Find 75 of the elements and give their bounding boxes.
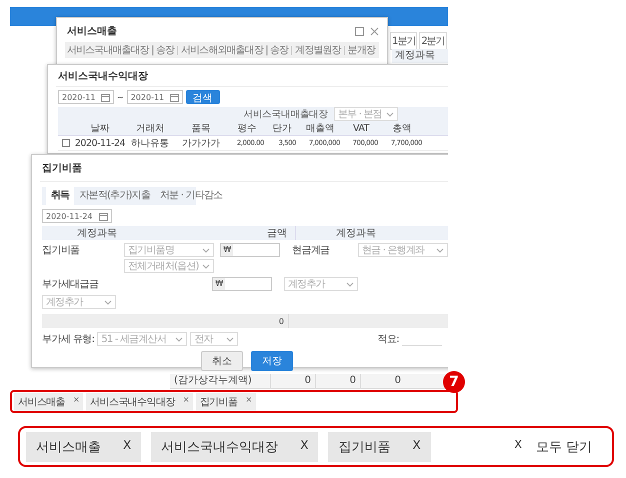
account-label: 집기비품: [42, 244, 81, 257]
tab[interactable]: 서비스해외매출대장 | 송장: [181, 43, 288, 57]
caret-icon: [226, 336, 234, 342]
field-label: 적요:: [377, 333, 399, 346]
window-title: 집기비품: [40, 155, 448, 182]
table-cell: 0: [270, 374, 315, 388]
column-header: 계정과목: [295, 226, 416, 240]
caret-icon: [202, 248, 210, 252]
period-button[interactable]: 2분기: [419, 32, 447, 50]
field-label: 부가세 유형:: [42, 333, 94, 346]
column-header: 평수: [236, 122, 258, 134]
open-tab[interactable]: 집기비품 ×: [196, 392, 256, 410]
table-cell-text: 가가가가: [181, 136, 221, 150]
column-header: 거래처: [134, 122, 166, 134]
amount-field[interactable]: ₩: [212, 277, 272, 291]
table-cell-text: 하나유통: [130, 136, 170, 150]
column-header: 단가: [272, 122, 292, 134]
open-tab[interactable]: 서비스국내수익대장 X: [151, 432, 318, 462]
tab[interactable]: 계정별원장: [295, 43, 341, 57]
table-cell: 0: [360, 374, 405, 388]
close-button[interactable]: X: [412, 438, 421, 456]
caret-icon: [386, 112, 394, 116]
column-header: 매출액: [304, 122, 336, 134]
table-cell: 2020-11-24: [74, 138, 126, 148]
save-button[interactable]: 저장: [251, 351, 293, 371]
caret-icon: [346, 282, 354, 286]
amount-field[interactable]: ₩: [220, 243, 280, 257]
tab[interactable]: 자본적(추가)지출: [74, 185, 156, 205]
date-field[interactable]: 2020-11: [58, 90, 114, 104]
open-tab[interactable]: 서비스매출 X: [26, 432, 142, 462]
open-tab[interactable]: 서비스매출 ×: [14, 392, 84, 410]
calendar-icon: [101, 92, 110, 102]
close-button[interactable]: X: [123, 438, 132, 456]
close-icon: [370, 26, 379, 36]
calendar-icon: [99, 212, 108, 220]
close-button[interactable]: ×: [182, 394, 189, 408]
close-button[interactable]: X: [300, 438, 308, 456]
window-title: 서비스매출: [67, 25, 117, 38]
close-all-button[interactable]: X 모두 닫기: [514, 438, 606, 456]
table-cell: 0: [315, 374, 360, 388]
tab[interactable]: 처분 · 기타감소: [155, 185, 228, 205]
caret-icon: [436, 248, 444, 252]
column-header: 총액: [392, 122, 412, 134]
column-header: VAT: [352, 122, 370, 134]
search-button[interactable]: 검색: [186, 90, 220, 104]
calendar-icon: [170, 92, 179, 102]
callout-badge: 7: [443, 371, 465, 393]
tab[interactable]: 분개장: [348, 43, 375, 57]
window-title: 서비스국내수익대장: [56, 65, 448, 87]
date-field[interactable]: 2020-11: [126, 90, 183, 104]
table-cell-text: (감가상각누계액): [173, 374, 253, 388]
account-label: 부가세대급금: [42, 278, 100, 291]
column-header: 품목: [190, 122, 212, 134]
caret-icon: [202, 264, 210, 268]
tab[interactable]: 서비스국내매출대장 | 송장: [66, 43, 174, 57]
close-button[interactable]: ×: [73, 394, 80, 408]
caret-icon: [175, 336, 184, 342]
open-tab[interactable]: 집기비품 X: [328, 432, 431, 462]
account-label: 현금계금: [292, 244, 331, 257]
column-header: 금액: [266, 227, 287, 240]
maximize-icon: [355, 26, 364, 36]
column-header: 계정과목: [76, 227, 118, 240]
column-header: 날짜: [90, 122, 110, 134]
caret-icon: [104, 300, 112, 304]
date-field[interactable]: 2020-11-24: [42, 209, 112, 223]
period-button[interactable]: 1분기: [390, 32, 418, 50]
total-value: 0: [278, 316, 284, 326]
close-button[interactable]: ×: [245, 394, 252, 408]
cancel-button[interactable]: 취소: [201, 351, 243, 371]
checkbox[interactable]: [62, 139, 70, 147]
range-separator: ~: [117, 92, 124, 102]
ledger-label: 서비스국내매출대장: [243, 108, 328, 120]
column-header: 계정과목: [392, 49, 448, 63]
tab[interactable]: 취득: [46, 185, 74, 205]
open-tab[interactable]: 서비스국내수익대장 ×: [86, 392, 193, 410]
